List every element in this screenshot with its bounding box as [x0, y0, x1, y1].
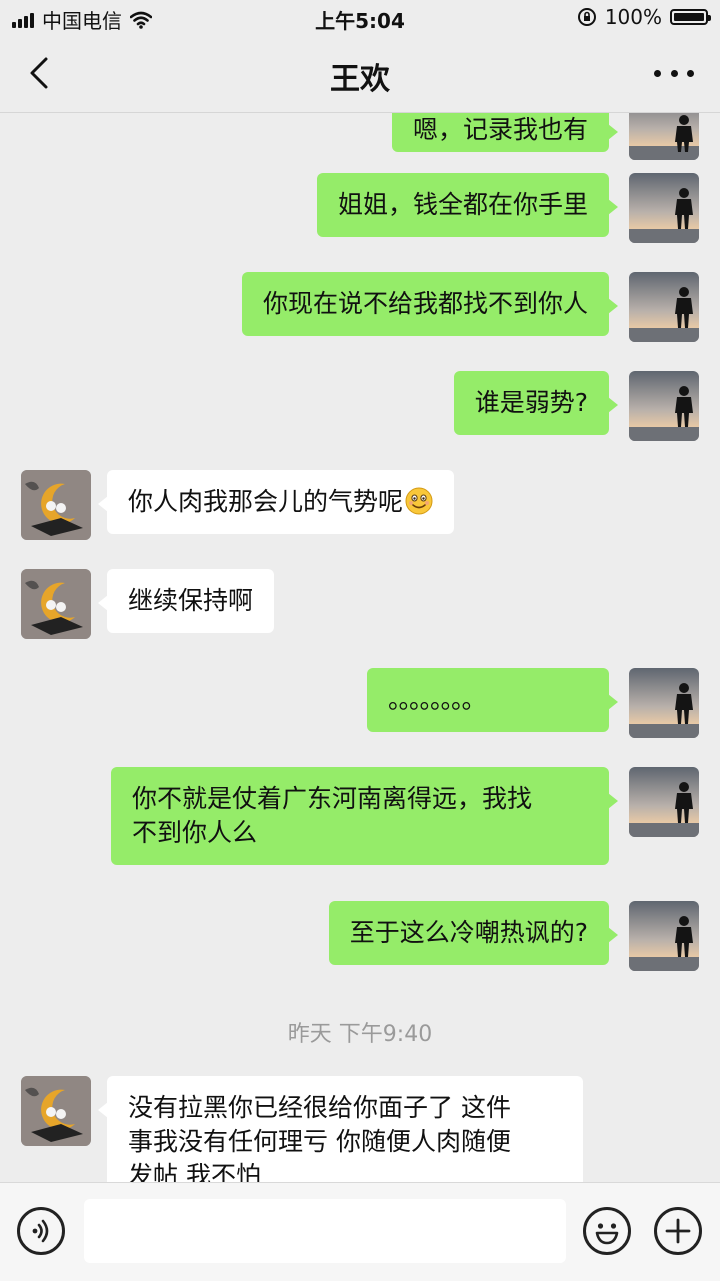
my-avatar[interactable] [629, 901, 699, 971]
message-bubble[interactable]: 你不就是仗着广东河南离得远，我找 不到你人么 [111, 767, 618, 865]
message-bubble[interactable]: 没有拉黑你已经很给你面子了 这件 事我没有任何理亏 你随便人肉随便 发帖 我不怕 [98, 1076, 583, 1182]
plus-icon[interactable] [654, 1207, 702, 1255]
status-right: 100% [577, 5, 711, 29]
more-dots-icon[interactable] [654, 58, 694, 88]
chat-title: 王欢 [330, 62, 390, 97]
my-avatar[interactable] [629, 767, 699, 837]
my-avatar[interactable] [629, 112, 699, 160]
input-bar [0, 1182, 720, 1281]
rotation-lock-icon [577, 8, 596, 26]
my-avatar[interactable] [629, 272, 699, 342]
status-bar: 中国电信 上午5:04 100% [0, 0, 720, 36]
chat-area[interactable]: 嗯，记录我也有 姐姐，钱全都在你手里 你现在说不给我都找不到你人 谁是弱势? 你… [0, 112, 720, 1182]
message-bubble[interactable]: 谁是弱势? [453, 371, 619, 435]
battery-icon [670, 9, 711, 25]
message-bubble[interactable]: 。。。。。。。。 [367, 668, 618, 732]
contact-avatar[interactable] [21, 470, 91, 540]
my-avatar[interactable] [629, 173, 699, 243]
message-bubble[interactable]: 你现在说不给我都找不到你人 [241, 272, 619, 336]
message-input[interactable] [84, 1199, 566, 1263]
emoji-icon[interactable] [583, 1207, 631, 1255]
timestamp: 昨天 下午9:40 [287, 1022, 433, 1047]
message-bubble[interactable]: 嗯，记录我也有 [391, 112, 619, 152]
my-avatar[interactable] [629, 668, 699, 738]
message-bubble[interactable]: 姐姐，钱全都在你手里 [316, 173, 619, 237]
nav-bar: 王欢 [0, 36, 720, 113]
smiling-face-icon [405, 487, 433, 515]
contact-avatar[interactable] [21, 569, 91, 639]
voice-icon[interactable] [17, 1207, 65, 1255]
my-avatar[interactable] [629, 371, 699, 441]
battery-percent: 100% [604, 5, 662, 29]
message-bubble[interactable]: 至于这么冷嘲热讽的? [328, 901, 619, 965]
message-text: 你人肉我那会儿的气势呢 [128, 487, 404, 516]
message-bubble[interactable]: 你人肉我那会儿的气势呢 [97, 470, 455, 534]
message-bubble[interactable]: 继续保持啊 [97, 569, 275, 633]
contact-avatar[interactable] [21, 1076, 91, 1146]
